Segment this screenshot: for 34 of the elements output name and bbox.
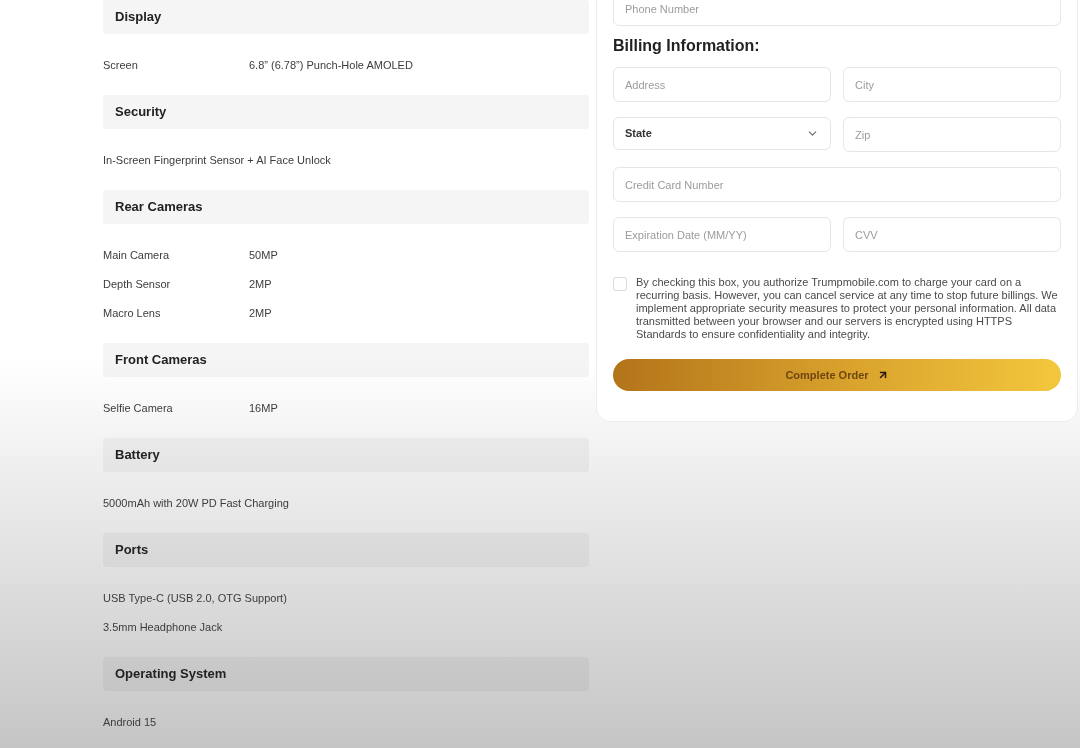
- spec-text: 3.5mm Headphone Jack: [103, 620, 223, 636]
- spec-text: In-Screen Fingerprint Sensor + AI Face Unlock: [103, 153, 331, 169]
- input-field[interactable]: Address: [613, 67, 831, 102]
- section-header: Display: [103, 0, 589, 34]
- section-heading: Billing Information:: [613, 36, 761, 56]
- spec-value: 16MP: [249, 401, 278, 417]
- spec-value: 6.8” (6.78”) Punch-Hole AMOLED: [249, 58, 413, 74]
- spec-label: Macro Lens: [103, 306, 162, 322]
- spec-text: USB Type-C (USB 2.0, OTG Support): [103, 591, 287, 607]
- spec-text: 5000mAh with 20W PD Fast Charging: [103, 496, 289, 512]
- spec-value: 2MP: [249, 306, 272, 322]
- spec-label: Screen: [103, 58, 139, 74]
- spec-label: Selfie Camera: [103, 401, 174, 417]
- spec-value: 50MP: [249, 248, 278, 264]
- input-field[interactable]: Phone Number: [613, 0, 1061, 26]
- input-field[interactable]: Credit Card Number: [613, 167, 1061, 202]
- section-header: Rear Cameras: [103, 190, 589, 224]
- spec-value: 2MP: [249, 277, 272, 293]
- spec-label: Main Camera: [103, 248, 171, 264]
- section-header: Battery: [103, 438, 589, 472]
- input-field[interactable]: City: [843, 67, 1061, 102]
- input-field[interactable]: CVV: [843, 217, 1061, 252]
- checkbox[interactable]: [613, 277, 627, 291]
- complete-order-button[interactable]: Complete Order: [613, 359, 1061, 391]
- consent-text: By checking this box, you authorize Trumpmobile.com to charge your card on a recurring basis. However, you can cancel service at any time to stop future billings. We implement appropriate security measures to protect your personal information. All data transmitted between your browser and our servers is encrypted using HTTPS Standards to ensure confidentiality and integrity.: [636, 276, 1059, 341]
- spec-text: Android 15: [103, 715, 157, 731]
- section-header: Security: [103, 95, 589, 129]
- input-field[interactable]: Zip: [843, 117, 1061, 152]
- section-header: Front Cameras: [103, 343, 589, 377]
- input-field[interactable]: Expiration Date (MM/YY): [613, 217, 831, 252]
- state-select[interactable]: State: [613, 117, 831, 150]
- section-header: Operating System: [103, 657, 589, 691]
- spec-label: Depth Sensor: [103, 277, 172, 293]
- section-header: Ports: [103, 533, 589, 567]
